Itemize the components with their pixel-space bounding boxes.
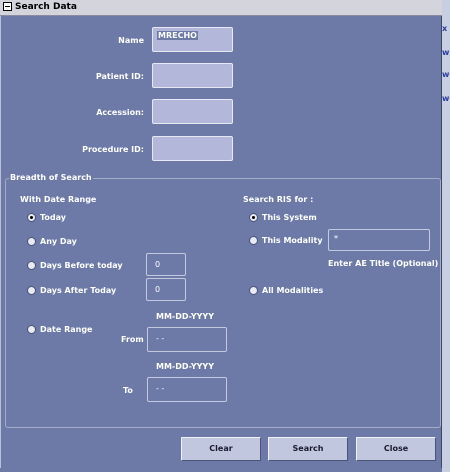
accession-label: Accession: <box>96 108 144 117</box>
from-label: From <box>121 335 144 344</box>
title-bar: Search Data <box>0 0 442 16</box>
days-before-input[interactable]: 0 <box>146 253 186 276</box>
search-button[interactable]: Search <box>268 437 348 461</box>
close-button[interactable]: Close <box>356 437 436 461</box>
this-modality-radio[interactable] <box>249 236 258 245</box>
to-date-format: MM-DD-YYYY <box>156 362 214 371</box>
from-date-input[interactable]: - - <box>147 327 227 352</box>
name-input[interactable]: MRECHO <box>152 27 233 52</box>
procedure-id-input[interactable] <box>152 136 233 161</box>
window-title: Search Data <box>15 2 77 12</box>
any-day-radio[interactable] <box>27 237 36 246</box>
background-fragment: w <box>442 70 450 79</box>
name-label: Name <box>118 36 144 45</box>
ae-title-input[interactable]: * <box>328 229 430 251</box>
this-modality-label: This Modality <box>262 236 323 245</box>
today-label: Today <box>40 213 66 222</box>
days-before-label: Days Before today <box>40 261 123 270</box>
accession-input[interactable] <box>152 99 233 124</box>
background-fragment: x <box>442 24 448 33</box>
date-range-heading: With Date Range <box>20 195 97 204</box>
ae-title-hint: Enter AE Title (Optional) <box>328 259 439 268</box>
breadth-of-search-label: Breadth of Search <box>9 173 93 182</box>
any-day-label: Any Day <box>40 237 77 246</box>
days-after-radio[interactable] <box>27 286 36 295</box>
background-fragment: w <box>442 94 450 103</box>
to-label: To <box>123 386 133 395</box>
from-date-format: MM-DD-YYYY <box>156 312 214 321</box>
this-system-radio[interactable] <box>249 213 258 222</box>
date-range-radio[interactable] <box>27 325 36 334</box>
patient-id-label: Patient ID: <box>95 72 144 81</box>
patient-id-input[interactable] <box>152 63 233 88</box>
today-radio[interactable] <box>27 213 36 222</box>
background-strip: x w w w <box>442 0 450 472</box>
clear-button[interactable]: Clear <box>181 437 261 461</box>
days-after-label: Days After Today <box>40 286 117 295</box>
all-modalities-radio[interactable] <box>249 286 258 295</box>
to-date-input[interactable]: - - <box>147 377 227 402</box>
this-system-label: This System <box>262 213 317 222</box>
days-after-input[interactable]: 0 <box>146 278 186 301</box>
background-fragment: w <box>442 48 450 57</box>
window-menu-icon[interactable] <box>3 2 12 11</box>
procedure-id-label: Procedure ID: <box>82 145 144 154</box>
days-before-radio[interactable] <box>27 261 36 270</box>
name-input-value: MRECHO <box>157 31 198 40</box>
date-range-label: Date Range <box>40 325 93 334</box>
ris-heading: Search RIS for : <box>243 195 314 204</box>
all-modalities-label: All Modalities <box>262 286 324 295</box>
